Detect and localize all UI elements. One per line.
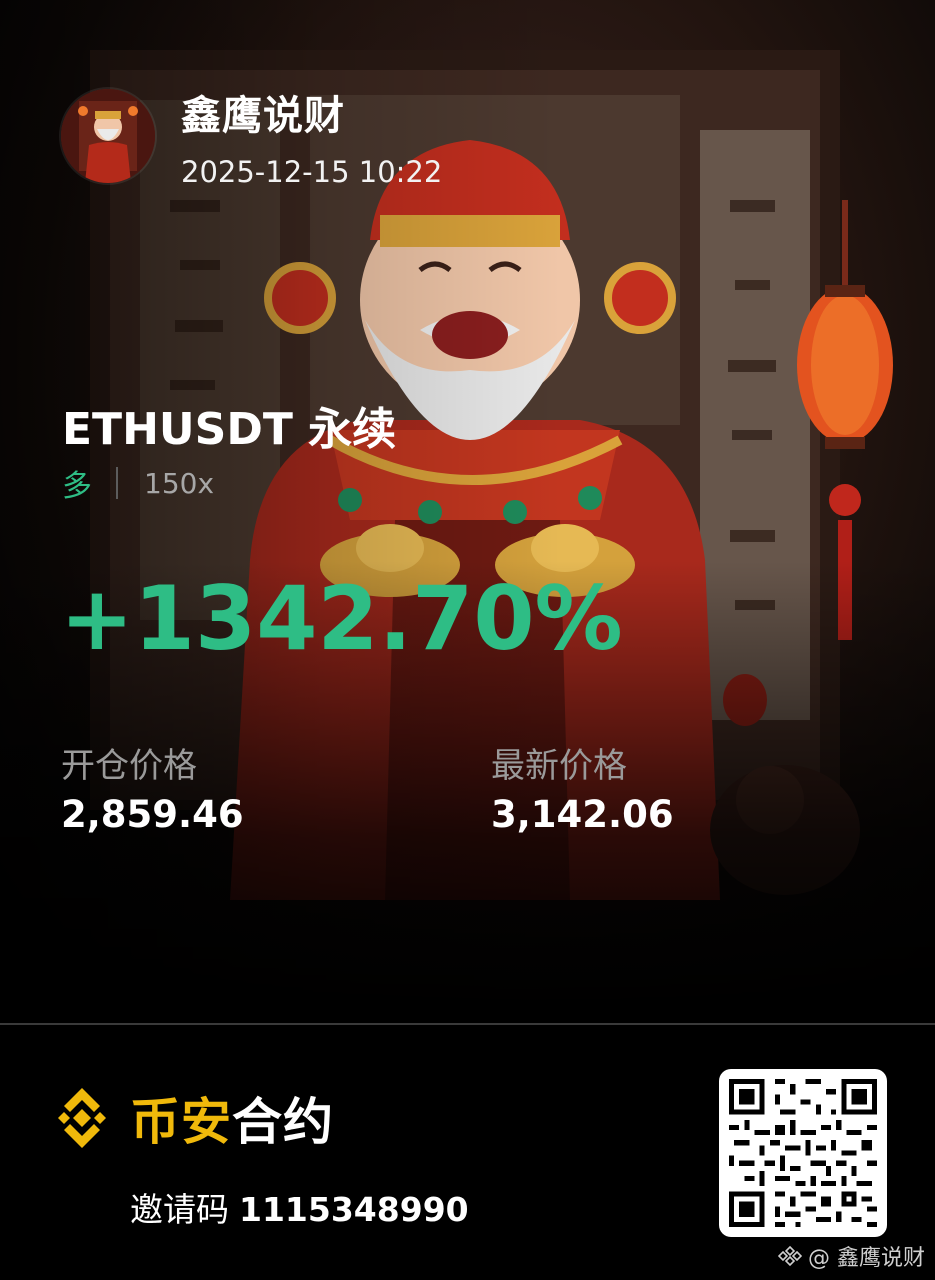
- invite-code-value[interactable]: 1115348990: [239, 1190, 469, 1229]
- share-card: 鑫鹰说财 2025-12-15 10:22 ETHUSDT 永续 多 150x …: [0, 0, 935, 1280]
- footer-divider: [0, 1023, 935, 1025]
- contract-symbol: ETHUSDT 永续: [62, 404, 397, 455]
- position-side: 多: [62, 469, 92, 504]
- invite-code-row: 邀请码 1115348990: [130, 1183, 469, 1231]
- post-timestamp: 2025-12-15 10:22: [181, 155, 443, 189]
- last-price-label: 最新价格: [491, 746, 627, 786]
- side-divider: [116, 467, 118, 499]
- entry-price-value: 2,859.46: [61, 793, 244, 836]
- brand-name-yellow: 币安: [130, 1093, 232, 1151]
- brand-row: 币安合约: [46, 1082, 334, 1154]
- binance-square-icon: [778, 1245, 802, 1267]
- author-avatar[interactable]: [61, 89, 155, 183]
- position-side-row: 多 150x: [62, 463, 215, 505]
- invite-code-label: 邀请码: [130, 1190, 229, 1229]
- watermark: @ 鑫鹰说财: [778, 1240, 925, 1272]
- watermark-text: @ 鑫鹰说财: [808, 1246, 925, 1271]
- god-of-wealth-avatar-icon: [61, 89, 155, 183]
- binance-logo-icon: [58, 1088, 106, 1148]
- author-name[interactable]: 鑫鹰说财: [181, 83, 345, 141]
- pnl-percent: +1342.70%: [60, 567, 623, 670]
- leverage: 150x: [144, 466, 215, 500]
- qr-code-icon: [729, 1079, 877, 1227]
- last-price-value: 3,142.06: [491, 793, 674, 836]
- brand-name: 币安合约: [130, 1082, 334, 1154]
- brand-name-white: 合约: [232, 1093, 334, 1151]
- qr-code[interactable]: [719, 1069, 887, 1237]
- entry-price-label: 开仓价格: [61, 746, 197, 786]
